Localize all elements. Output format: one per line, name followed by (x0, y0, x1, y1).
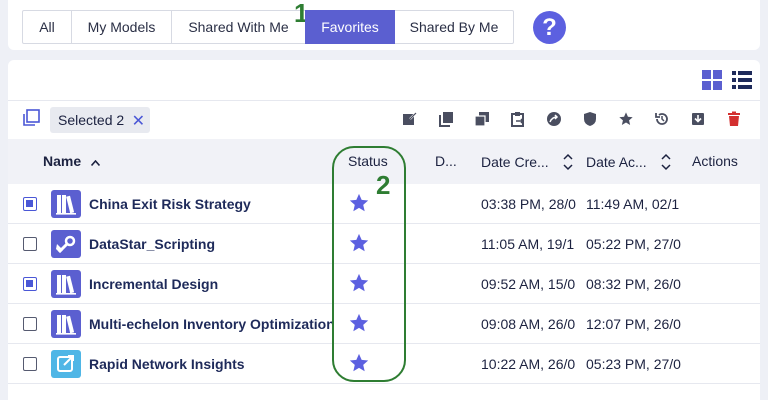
date-accessed-cell: 08:32 PM, 26/0 (586, 276, 681, 292)
sort-ascending-icon[interactable] (90, 153, 101, 169)
favorite-star-icon[interactable] (348, 192, 370, 214)
column-name-label: Name (43, 153, 82, 169)
annotation-2: 2 (376, 170, 391, 200)
column-header-actions: Actions (692, 153, 738, 169)
star-icon[interactable] (618, 111, 636, 129)
selected-count-label: Selected 2 (58, 112, 125, 128)
model-name[interactable]: DataStar_Scripting (89, 236, 215, 252)
row-checkbox[interactable] (23, 357, 37, 371)
wrench-icon (51, 230, 81, 258)
paste-icon[interactable] (510, 111, 528, 129)
model-filter-tabs: All My Models Shared With Me Favorites S… (22, 10, 514, 44)
list-view-icon[interactable] (732, 70, 752, 90)
tab-shared-with-me[interactable]: Shared With Me (171, 10, 306, 44)
date-accessed-cell: 12:07 PM, 26/0 (586, 316, 681, 332)
column-date-accessed-label: Date Ac... (586, 154, 647, 171)
date-created-cell: 09:08 AM, 26/0 (481, 316, 576, 332)
help-button[interactable]: ? (533, 11, 566, 44)
model-name[interactable]: Incremental Design (89, 276, 218, 292)
toolbar-actions (402, 111, 744, 129)
row-checkbox[interactable] (23, 237, 37, 251)
tab-favorites[interactable]: Favorites (305, 10, 395, 44)
table-row[interactable]: Incremental Design 09:52 AM, 15/0 08:32 … (8, 264, 760, 304)
grid-view-icon[interactable] (702, 70, 722, 90)
column-header-status[interactable]: Status (348, 153, 388, 169)
favorite-star-icon[interactable] (348, 232, 370, 254)
column-header-date-accessed[interactable]: Date Ac... (586, 153, 671, 174)
date-created-cell: 09:52 AM, 15/0 (481, 276, 576, 292)
archive-icon[interactable] (690, 111, 708, 129)
favorite-star-icon[interactable] (348, 312, 370, 334)
books-icon (51, 310, 81, 338)
row-checkbox[interactable] (23, 277, 37, 291)
column-header-date-created[interactable]: Date Cre... (481, 153, 573, 174)
clear-selection-icon[interactable]: ✕ (132, 111, 145, 131)
edit-icon[interactable] (402, 111, 420, 129)
select-all-icon[interactable] (22, 109, 42, 129)
delete-icon[interactable] (726, 111, 744, 129)
date-accessed-cell: 05:23 PM, 27/0 (586, 356, 681, 372)
date-created-cell: 10:22 AM, 26/0 (481, 356, 576, 372)
date-accessed-cell: 05:22 PM, 27/0 (586, 236, 681, 252)
books-icon (51, 270, 81, 298)
table-row[interactable]: Multi-echelon Inventory Optimization 09:… (8, 304, 760, 344)
column-date-created-label: Date Cre... (481, 154, 549, 171)
tab-my-models[interactable]: My Models (71, 10, 172, 44)
date-created-cell: 11:05 AM, 19/1 (481, 236, 575, 252)
model-name[interactable]: China Exit Risk Strategy (89, 196, 251, 212)
column-header-name[interactable]: Name (43, 153, 101, 169)
table-row[interactable]: Rapid Network Insights 10:22 AM, 26/0 05… (8, 344, 760, 384)
history-icon[interactable] (654, 111, 672, 129)
share-icon[interactable] (546, 111, 564, 129)
models-panel: Selected 2 ✕ Name Status D... Date Cre..… (8, 60, 760, 400)
row-checkbox[interactable] (23, 317, 37, 331)
view-toggle (702, 70, 752, 90)
date-accessed-cell: 11:49 AM, 02/1 (586, 196, 680, 212)
model-name[interactable]: Rapid Network Insights (89, 356, 245, 372)
tab-shared-by-me[interactable]: Shared By Me (394, 10, 514, 44)
shield-icon[interactable] (582, 111, 600, 129)
column-header-d[interactable]: D... (435, 153, 457, 169)
selection-toolbar: Selected 2 ✕ (8, 100, 760, 138)
favorite-star-icon[interactable] (348, 352, 370, 374)
sort-toggle-icon[interactable] (661, 153, 671, 174)
sort-toggle-icon[interactable] (563, 153, 573, 174)
copy-icon[interactable] (438, 111, 456, 129)
tab-all[interactable]: All (22, 10, 72, 44)
duplicate-icon[interactable] (474, 111, 492, 129)
books-icon (51, 190, 81, 218)
row-checkbox[interactable] (23, 197, 37, 211)
date-created-cell: 03:38 PM, 28/0 (481, 196, 576, 212)
selected-count-chip: Selected 2 ✕ (50, 107, 150, 133)
model-name[interactable]: Multi-echelon Inventory Optimization (89, 316, 335, 332)
table-row[interactable]: DataStar_Scripting 11:05 AM, 19/1 05:22 … (8, 224, 760, 264)
external-link-icon (51, 350, 81, 378)
favorite-star-icon[interactable] (348, 272, 370, 294)
top-tab-bar: All My Models Shared With Me Favorites S… (8, 0, 760, 50)
